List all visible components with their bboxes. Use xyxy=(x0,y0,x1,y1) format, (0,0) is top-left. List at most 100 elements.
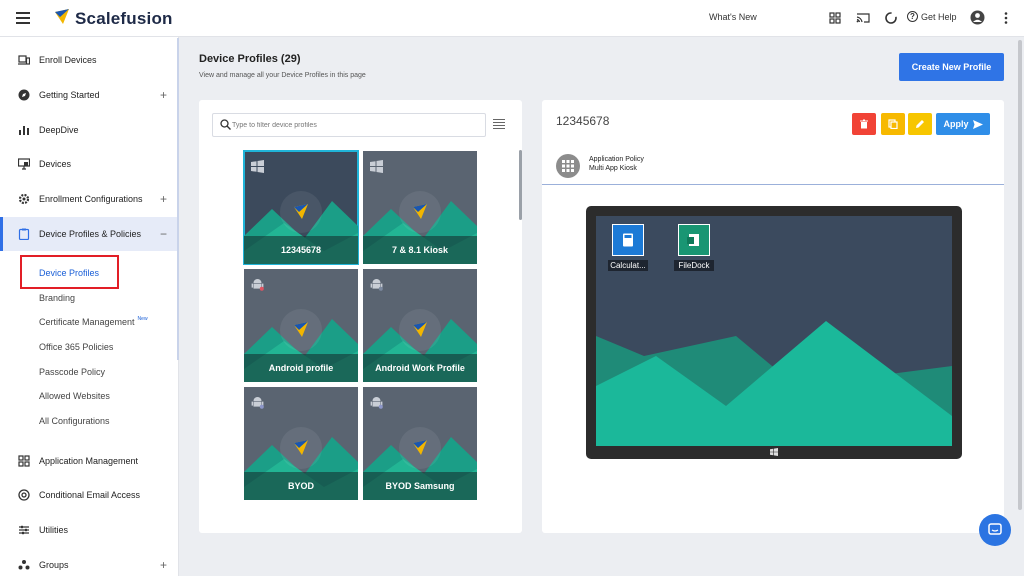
profiles-panel: 12345678 7 & 8.1 Kiosk Android profile A… xyxy=(199,100,522,533)
profile-name: 7 & 8.1 Kiosk xyxy=(363,236,477,264)
page-title: Device Profiles (29) xyxy=(199,53,301,65)
scalefusion-logo-icon xyxy=(294,322,308,337)
apps-grid-icon xyxy=(556,154,580,178)
cast-icon[interactable] xyxy=(856,11,870,25)
help-icon: ? xyxy=(907,11,918,22)
account-icon[interactable] xyxy=(970,10,985,25)
kiosk-app-calculator[interactable]: Calculat... xyxy=(608,224,648,271)
clipboard-icon xyxy=(18,228,30,240)
expand-icon[interactable]: + xyxy=(160,192,167,206)
trash-icon xyxy=(860,119,868,129)
sync-icon[interactable] xyxy=(884,11,898,25)
sidebar-item-device-profiles-policies[interactable]: Device Profiles & Policies − xyxy=(0,217,179,251)
copy-button[interactable] xyxy=(881,113,905,135)
copy-icon xyxy=(888,119,898,129)
sidebar-subitem-office-365-policies[interactable]: Office 365 Policies xyxy=(39,342,113,352)
sidebar-item-conditional-email-access[interactable]: Conditional Email Access xyxy=(0,478,179,512)
send-icon xyxy=(972,119,983,129)
bar-chart-icon xyxy=(19,126,29,135)
profile-detail-panel: 12345678 Apply Application Policy Multi … xyxy=(542,100,1004,533)
sidebar-item-application-management[interactable]: Application Management xyxy=(0,444,179,478)
scalefusion-logo-icon xyxy=(413,204,427,219)
cog-icon xyxy=(18,193,30,205)
android-icon xyxy=(370,397,383,409)
sliders-icon xyxy=(19,525,29,535)
highlight-box xyxy=(20,255,119,289)
profile-card[interactable]: Android profile xyxy=(244,269,358,382)
sidebar-subitem-passcode-policy[interactable]: Passcode Policy xyxy=(39,367,105,377)
expand-icon[interactable]: + xyxy=(160,88,167,102)
profile-card[interactable]: BYOD Samsung xyxy=(363,387,477,500)
profile-name: BYOD xyxy=(244,472,358,500)
get-help-link[interactable]: ? Get Help xyxy=(907,11,957,22)
chat-button[interactable] xyxy=(979,514,1011,546)
scalefusion-logo[interactable] xyxy=(53,8,71,26)
page-scrollbar[interactable] xyxy=(1018,40,1022,510)
policy-name: Multi App Kiosk xyxy=(589,165,637,172)
policy-row[interactable]: Application Policy Multi App Kiosk xyxy=(542,146,1004,185)
android-icon xyxy=(251,397,264,409)
grid-icon[interactable] xyxy=(828,11,842,25)
profile-name: 12345678 xyxy=(244,236,358,264)
sidebar-item-label: Utilities xyxy=(39,525,69,535)
windows-icon xyxy=(770,448,778,456)
create-new-profile-button[interactable]: Create New Profile xyxy=(899,53,1004,81)
sidebar-item-devices[interactable]: Devices xyxy=(0,147,179,181)
profile-search xyxy=(212,113,486,137)
pencil-icon xyxy=(916,120,924,128)
get-help-label: Get Help xyxy=(921,11,957,22)
policy-type: Application Policy xyxy=(589,156,644,163)
menu-icon[interactable] xyxy=(16,12,30,24)
sidebar-item-label: Enrollment Configurations xyxy=(39,194,143,204)
sidebar-subitem-branding[interactable]: Branding xyxy=(39,293,75,303)
profile-name: BYOD Samsung xyxy=(363,472,477,500)
brand-name[interactable]: Scalefusion xyxy=(75,9,173,29)
sidebar-item-groups[interactable]: Groups + xyxy=(0,548,179,576)
edit-button[interactable] xyxy=(908,113,932,135)
sidebar-subitem-allowed-websites[interactable]: Allowed Websites xyxy=(39,391,110,401)
new-badge: New xyxy=(137,316,148,322)
expand-icon[interactable]: + xyxy=(160,558,167,572)
windows-icon xyxy=(370,160,383,173)
sidebar: Enroll Devices Getting Started + DeepDiv… xyxy=(0,37,179,576)
profile-card[interactable]: BYOD xyxy=(244,387,358,500)
sidebar-scrollbar[interactable] xyxy=(177,38,179,360)
app-label: FileDock xyxy=(674,260,714,271)
delete-button[interactable] xyxy=(852,113,876,135)
profile-card[interactable]: Android Work Profile xyxy=(363,269,477,382)
profile-card[interactable]: 12345678 xyxy=(243,150,359,265)
kiosk-app-filedock[interactable]: FileDock xyxy=(674,224,714,271)
android-icon xyxy=(251,279,264,291)
search-input[interactable] xyxy=(232,117,482,134)
profile-badge xyxy=(280,427,322,469)
rocket-icon xyxy=(18,89,30,101)
profile-badge xyxy=(399,191,441,233)
sidebar-item-enrollment-configurations[interactable]: Enrollment Configurations + xyxy=(0,182,179,216)
mountain-wallpaper xyxy=(596,321,952,446)
sidebar-item-label: Device Profiles & Policies xyxy=(39,229,142,239)
sidebar-item-enroll-devices[interactable]: Enroll Devices xyxy=(0,43,179,77)
filedock-icon xyxy=(678,224,710,256)
sidebar-item-deepdive[interactable]: DeepDive xyxy=(0,113,179,147)
collapse-icon[interactable]: − xyxy=(160,227,167,241)
list-view-icon[interactable] xyxy=(493,119,505,129)
sidebar-subitem-certificate-management[interactable]: Certificate Management New xyxy=(39,316,148,327)
profile-card[interactable]: 7 & 8.1 Kiosk xyxy=(363,151,477,264)
profile-name: Android profile xyxy=(244,354,358,382)
whats-new-link[interactable]: What's New xyxy=(709,12,757,22)
sidebar-item-label: Application Management xyxy=(39,456,139,466)
apply-button[interactable]: Apply xyxy=(936,113,990,135)
grid-dots-icon xyxy=(562,160,574,172)
profiles-scrollbar[interactable] xyxy=(519,150,522,220)
sidebar-item-label: Devices xyxy=(39,159,72,169)
tablet-preview: Calculat... FileDock xyxy=(586,206,962,459)
sidebar-item-label: Getting Started xyxy=(39,90,100,100)
sidebar-item-utilities[interactable]: Utilities xyxy=(0,513,179,547)
sidebar-item-getting-started[interactable]: Getting Started + xyxy=(0,78,179,112)
app-label: Calculat... xyxy=(608,260,648,271)
profile-badge xyxy=(399,427,441,469)
sidebar-subitem-all-configurations[interactable]: All Configurations xyxy=(39,416,110,426)
monitor-icon xyxy=(18,158,30,170)
android-icon xyxy=(370,279,383,291)
more-vertical-icon[interactable] xyxy=(999,11,1013,25)
